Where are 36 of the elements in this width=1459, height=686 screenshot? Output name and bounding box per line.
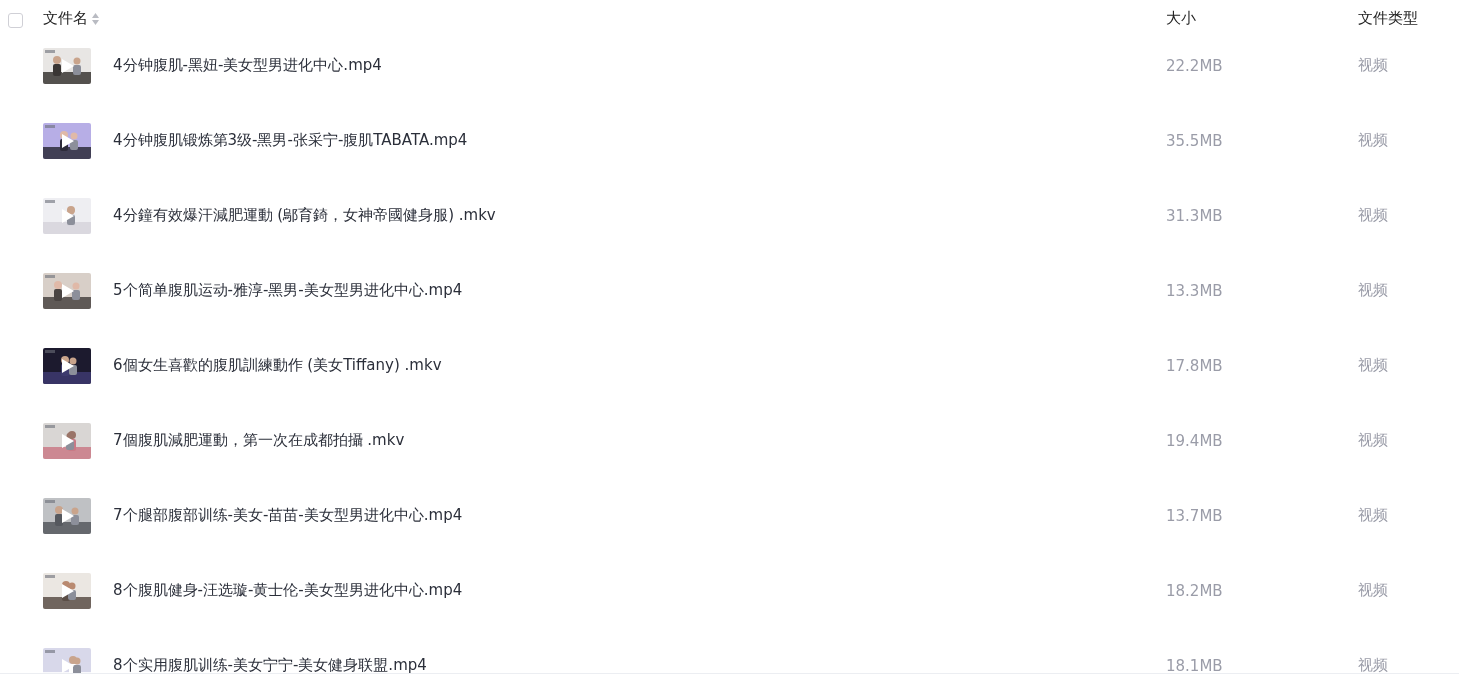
- file-type: 视频: [1358, 356, 1389, 375]
- play-icon[interactable]: [62, 58, 74, 73]
- column-header: 大小: [1166, 9, 1196, 28]
- file-name[interactable]: 4分钟腹肌-黑妞-美女型男进化中心.mp4: [113, 56, 1166, 75]
- select-all-checkbox[interactable]: [8, 13, 23, 28]
- play-icon[interactable]: [62, 283, 74, 298]
- file-size: 13.3MB: [1166, 281, 1224, 300]
- file-size: 18.1MB: [1166, 656, 1224, 673]
- play-icon[interactable]: [62, 133, 74, 148]
- file-name[interactable]: 7個腹肌減肥運動，第一次在成都拍攝 .mkv: [113, 431, 1166, 450]
- play-icon[interactable]: [62, 583, 74, 598]
- file-name[interactable]: 4分钟腹肌锻炼第3级-黑男-张采宁-腹肌TABATA.mp4: [113, 131, 1166, 150]
- file-type: 视频: [1358, 656, 1389, 673]
- file-size: 18.2MB: [1166, 581, 1224, 600]
- file-name[interactable]: 6個女生喜歡的腹肌訓練動作 (美女Tiffany) .mkv: [113, 356, 1166, 375]
- file-size: 17.8MB: [1166, 356, 1224, 375]
- file-type: 视频: [1358, 131, 1389, 150]
- file-name[interactable]: 7个腿部腹部训练-美女-苗苗-美女型男进化中心.mp4: [113, 506, 1166, 525]
- file-type: 视频: [1358, 431, 1389, 450]
- file-type: 视频: [1358, 206, 1389, 225]
- column-header[interactable]: 文件名: [43, 9, 88, 28]
- file-size: 13.7MB: [1166, 506, 1224, 525]
- file-name[interactable]: 8个腹肌健身-汪选璇-黄士伦-美女型男进化中心.mp4: [113, 581, 1166, 600]
- file-type: 视频: [1358, 281, 1389, 300]
- column-header: 文件类型: [1358, 9, 1418, 28]
- file-name[interactable]: 8个实用腹肌训练-美女宁宁-美女健身联盟.mp4: [113, 656, 1166, 673]
- file-type: 视频: [1358, 506, 1389, 525]
- file-size: 22.2MB: [1166, 56, 1224, 75]
- file-type: 视频: [1358, 56, 1389, 75]
- play-icon[interactable]: [62, 358, 74, 373]
- file-size: 19.4MB: [1166, 431, 1224, 450]
- file-name[interactable]: 5个简单腹肌运动-雅淳-黑男-美女型男进化中心.mp4: [113, 281, 1166, 300]
- file-name[interactable]: 4分鐘有效爆汗減肥運動 (鄔育錡，女神帝國健身服) .mkv: [113, 206, 1166, 225]
- file-size: 35.5MB: [1166, 131, 1224, 150]
- file-type: 视频: [1358, 581, 1389, 600]
- file-size: 31.3MB: [1166, 206, 1224, 225]
